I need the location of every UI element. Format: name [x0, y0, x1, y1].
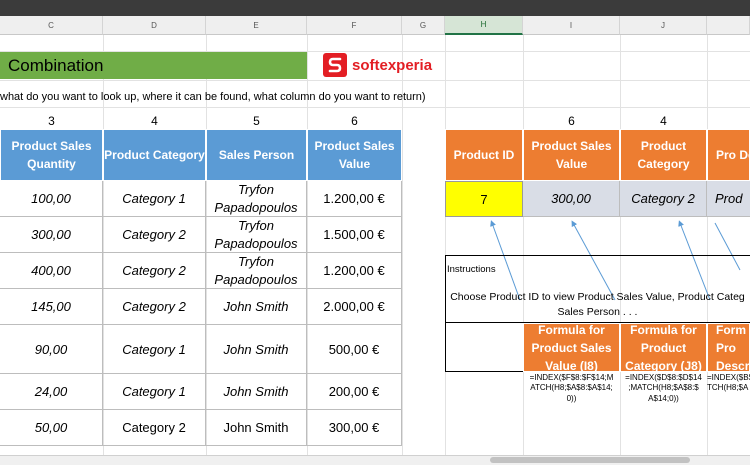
column-header-j[interactable]: J — [620, 16, 707, 35]
cell-quantity[interactable]: 400,00 — [0, 253, 103, 289]
cell-quantity[interactable]: 90,00 — [0, 325, 103, 374]
cell-sales-person[interactable]: Tryfon Papadopoulos — [206, 253, 307, 289]
sales-table: Product Sales Quantity Product Category … — [0, 129, 402, 446]
table-header-row: Product Sales Quantity Product Category … — [0, 129, 402, 181]
column-index-number: 4 — [151, 114, 158, 128]
cell-category[interactable]: Category 2 — [103, 410, 206, 446]
formula-header-description[interactable]: Form Pro Descrip — [707, 323, 750, 372]
gridline — [0, 80, 750, 81]
column-header-label: J — [661, 20, 665, 30]
cell-category[interactable]: Category 1 — [103, 374, 206, 410]
softexperia-logo: softexperia — [323, 53, 432, 77]
cell-sales-value[interactable]: 200,00 € — [307, 374, 402, 410]
title-band-text: Combination — [8, 55, 104, 75]
cell-sales-value[interactable]: 300,00 € — [307, 410, 402, 446]
lookup-description[interactable]: Prod — [707, 181, 750, 217]
column-header-c[interactable]: C — [0, 16, 103, 35]
lookup-column-index-number: 4 — [660, 114, 667, 128]
cell-sales-value[interactable]: 1.200,00 € — [307, 253, 402, 289]
column-header-d[interactable]: D — [103, 16, 206, 35]
table-row: 100,00 Category 1 Tryfon Papadopoulos 1.… — [0, 181, 402, 217]
title-band: Combination — [0, 52, 307, 79]
column-header-label: C — [48, 20, 54, 30]
column-index-number: 6 — [351, 114, 358, 128]
cell-quantity[interactable]: 300,00 — [0, 217, 103, 253]
empty-formula-cell — [445, 323, 523, 372]
formula-header-sales-value[interactable]: Formula for Product Sales Value (I8) — [523, 323, 620, 373]
formula-hint: what do you want to look up, where it ca… — [0, 91, 426, 103]
cell-category[interactable]: Category 2 — [103, 217, 206, 253]
table-row: 300,00 Category 2 Tryfon Papadopoulos 1.… — [0, 217, 402, 253]
column-header-label: I — [569, 20, 573, 30]
window-top-strip — [0, 0, 750, 16]
cell-category[interactable]: Category 1 — [103, 181, 206, 217]
formula-text-category[interactable]: =INDEX($D$8:$D$14 ;MATCH(H8;$A$8:$ A$14;… — [620, 373, 707, 413]
table-header-quantity[interactable]: Product Sales Quantity — [0, 129, 103, 181]
cell-sales-value[interactable]: 1.500,00 € — [307, 217, 402, 253]
column-index-number: 3 — [48, 114, 55, 128]
cell-sales-value[interactable]: 2.000,00 € — [307, 289, 402, 325]
table-row: 90,00 Category 1 John Smith 500,00 € — [0, 325, 402, 374]
cell-quantity[interactable]: 24,00 — [0, 374, 103, 410]
column-index-number: 5 — [253, 114, 260, 128]
product-id-input[interactable]: 7 — [445, 181, 523, 217]
column-header-label: D — [151, 20, 157, 30]
table-header-sales-person[interactable]: Sales Person — [206, 129, 307, 181]
lookup-header-product-id[interactable]: Product ID — [445, 129, 523, 181]
cell-category[interactable]: Category 2 — [103, 289, 206, 325]
cell-category[interactable]: Category 1 — [103, 325, 206, 374]
logo-mark-icon — [323, 53, 347, 77]
cell-sales-person[interactable]: John Smith — [206, 374, 307, 410]
cell-sales-value[interactable]: 1.200,00 € — [307, 181, 402, 217]
table-header-sales-value[interactable]: Product Sales Value — [307, 129, 402, 181]
formula-text-sales-value[interactable]: =INDEX($F$8:$F$14;M ATCH(H8;$A$8:$A$14; … — [523, 373, 620, 413]
formula-header-category[interactable]: Formula for Product Category (J8) — [620, 323, 707, 373]
lookup-category[interactable]: Category 2 — [620, 181, 707, 217]
cell-sales-value[interactable]: 500,00 € — [307, 325, 402, 374]
cell-sales-person[interactable]: John Smith — [206, 289, 307, 325]
table-header-category[interactable]: Product Category — [103, 129, 206, 181]
column-header-e[interactable]: E — [206, 16, 307, 35]
cell-category[interactable]: Category 2 — [103, 253, 206, 289]
table-row: 24,00 Category 1 John Smith 200,00 € — [0, 374, 402, 410]
lookup-column-index-number: 6 — [568, 114, 575, 128]
cell-sales-person[interactable]: Tryfon Papadopoulos — [206, 217, 307, 253]
table-row: 145,00 Category 2 John Smith 2.000,00 € — [0, 289, 402, 325]
column-header-h[interactable]: H — [445, 16, 523, 35]
column-header-g[interactable]: G — [402, 16, 445, 35]
formula-text-description[interactable]: =INDEX($B$ TCH(H8;$A — [707, 373, 750, 413]
cell-quantity[interactable]: 100,00 — [0, 181, 103, 217]
column-header-i[interactable]: I — [523, 16, 620, 35]
table-row: 400,00 Category 2 Tryfon Papadopoulos 1.… — [0, 253, 402, 289]
cell-quantity[interactable]: 50,00 — [0, 410, 103, 446]
lookup-header-category[interactable]: Product Category — [620, 129, 707, 181]
cell-sales-person[interactable]: John Smith — [206, 325, 307, 374]
lookup-sales-value[interactable]: 300,00 — [523, 181, 620, 217]
instructions-title: Instructions — [447, 264, 496, 275]
cell-sales-person[interactable]: Tryfon Papadopoulos — [206, 181, 307, 217]
table-row: 50,00 Category 2 John Smith 300,00 € — [0, 410, 402, 446]
cell-quantity[interactable]: 145,00 — [0, 289, 103, 325]
column-header-k[interactable] — [707, 16, 750, 35]
column-header-label: F — [351, 20, 357, 30]
column-header-f[interactable]: F — [307, 16, 402, 35]
horizontal-scrollbar-thumb[interactable] — [490, 457, 690, 463]
logo-text: softexperia — [352, 56, 433, 74]
cell-sales-person[interactable]: John Smith — [206, 410, 307, 446]
column-header-label: E — [253, 20, 259, 30]
instructions-text: Choose Product ID to view Product Sales … — [450, 291, 745, 318]
lookup-header-description[interactable]: Pro Descr — [707, 129, 750, 181]
lookup-header-sales-value[interactable]: Product Sales Value — [523, 129, 620, 181]
column-header-label: H — [480, 20, 487, 29]
gridline — [0, 107, 750, 108]
column-header-label: G — [419, 20, 427, 30]
